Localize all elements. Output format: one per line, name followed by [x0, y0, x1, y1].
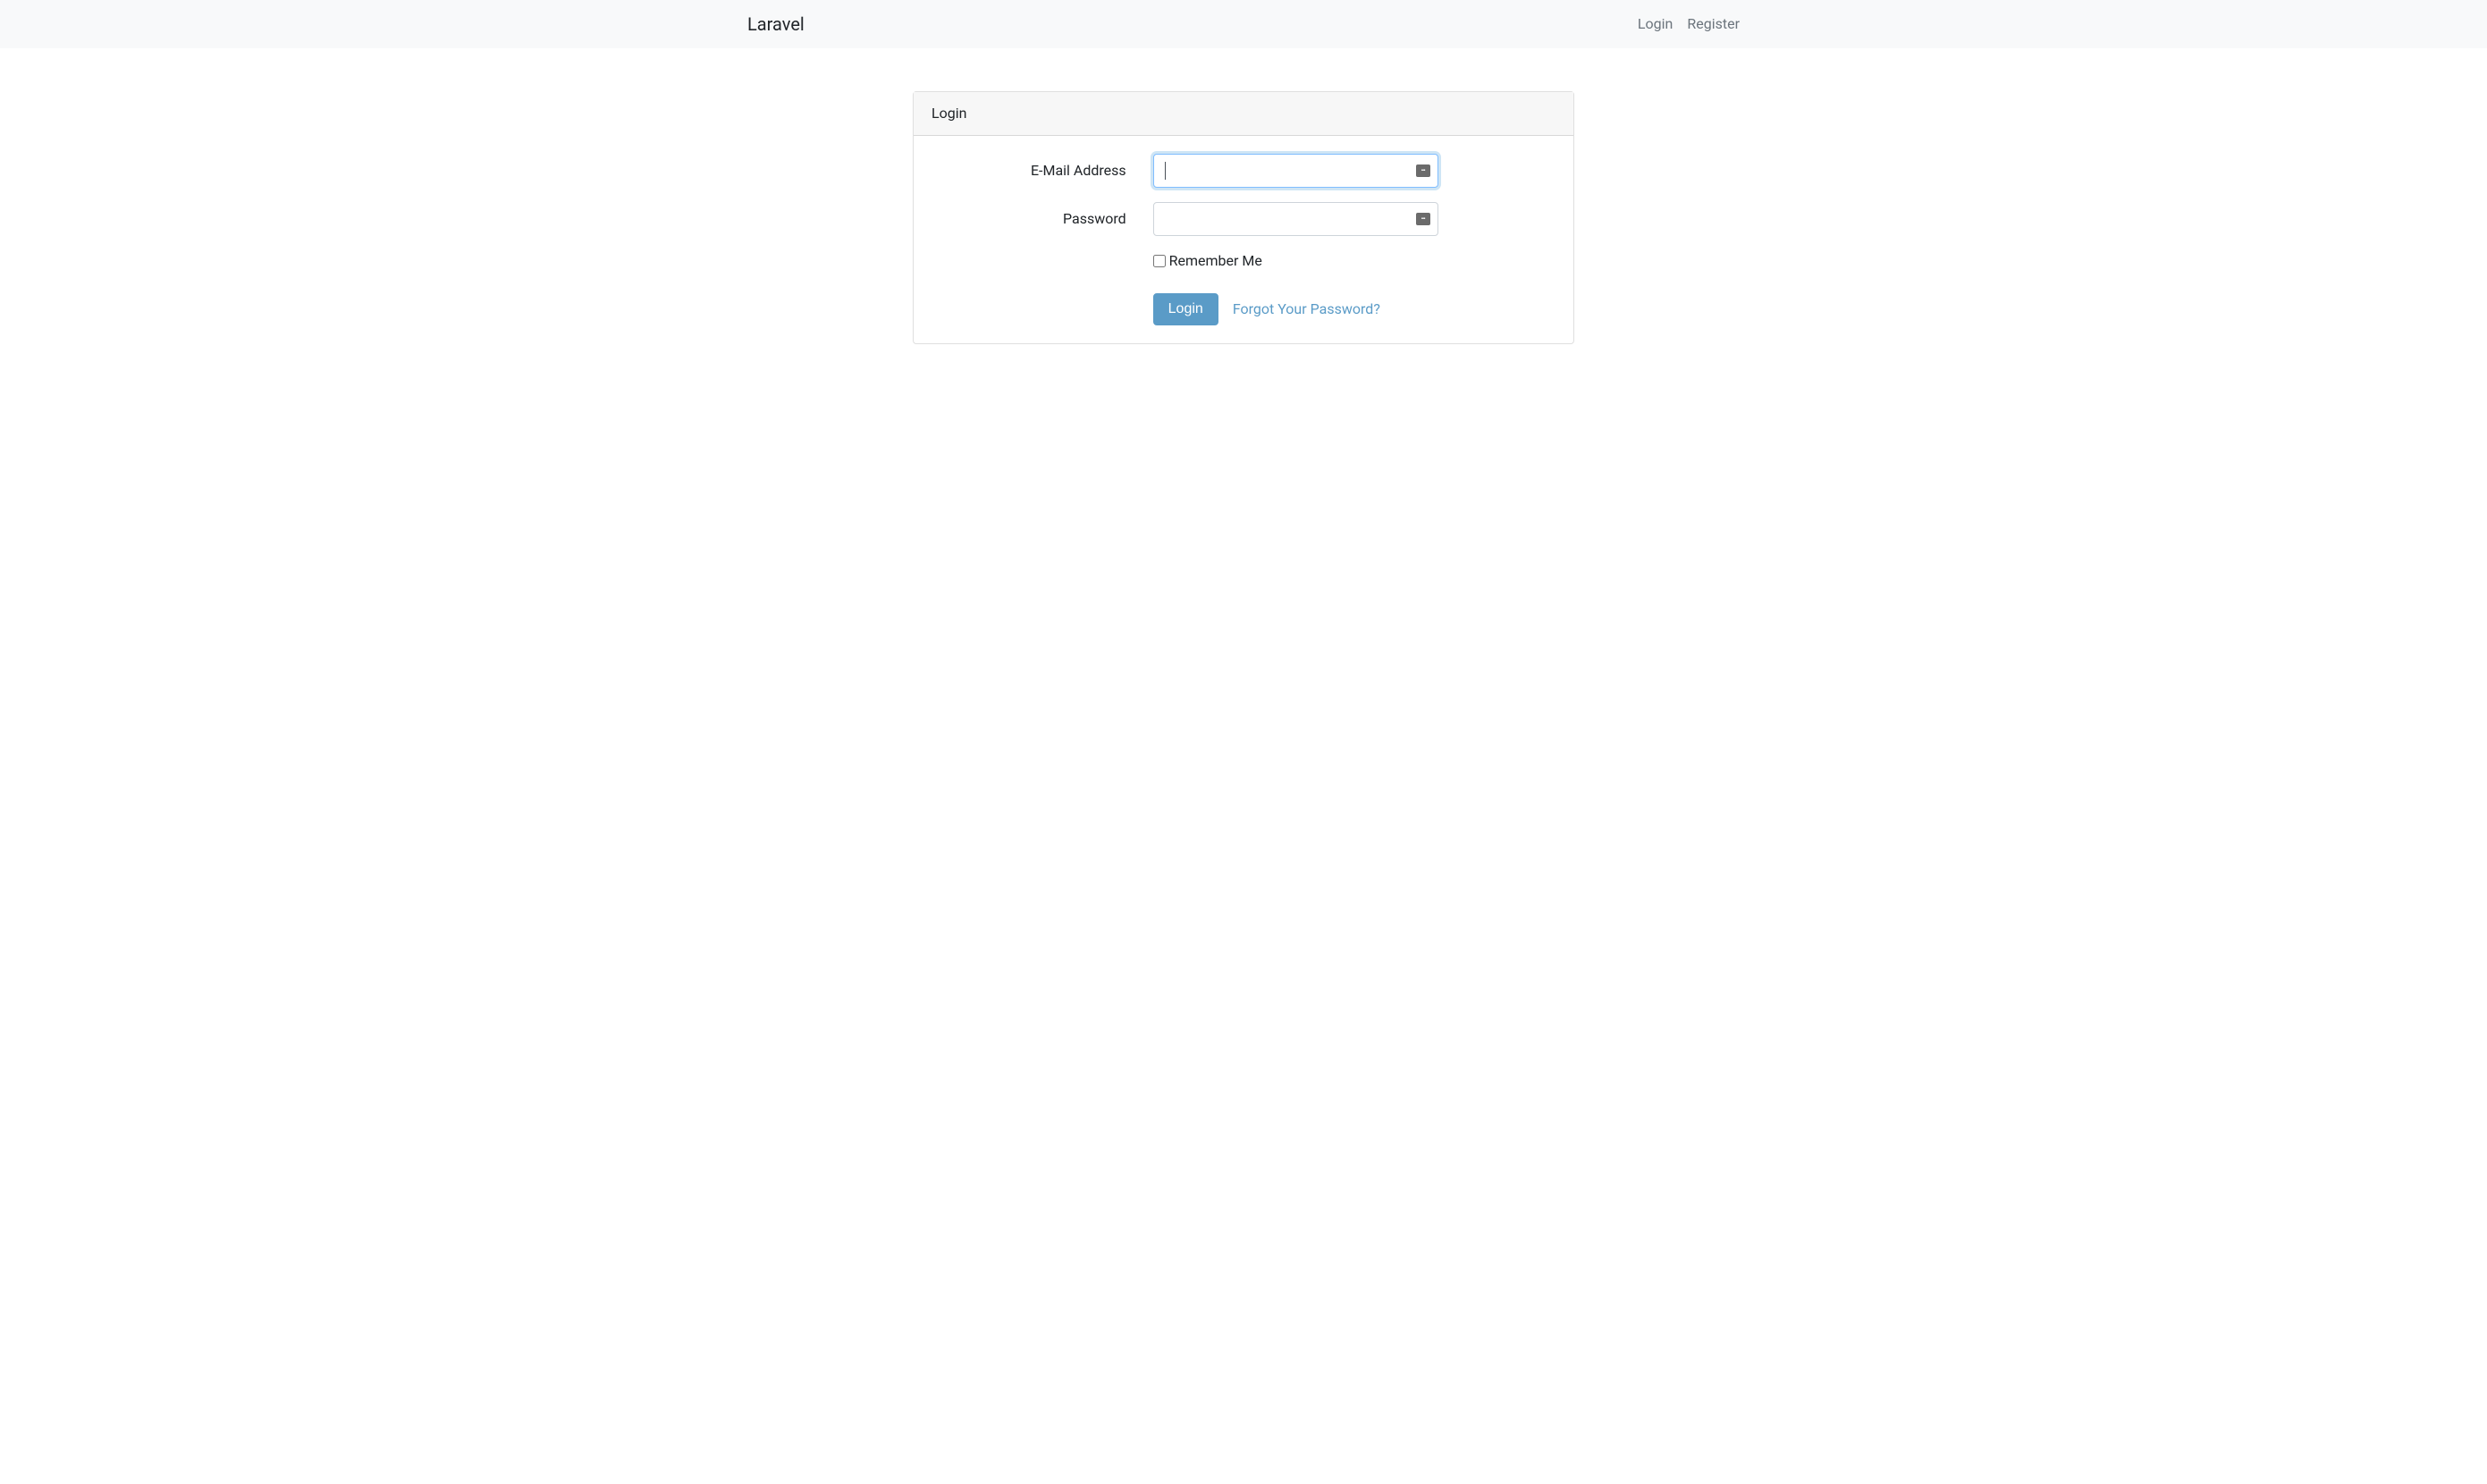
- login-button[interactable]: Login: [1153, 293, 1218, 325]
- brand-link[interactable]: Laravel: [747, 11, 805, 38]
- text-cursor: [1165, 162, 1166, 180]
- email-label: E-Mail Address: [932, 154, 1140, 188]
- navbar: Laravel Login Register: [0, 0, 2487, 48]
- remember-label[interactable]: Remember Me: [1169, 250, 1262, 272]
- password-label: Password: [932, 202, 1140, 236]
- password-field[interactable]: [1153, 202, 1438, 236]
- forgot-password-link[interactable]: Forgot Your Password?: [1233, 299, 1380, 320]
- email-field[interactable]: [1153, 154, 1438, 188]
- remember-checkbox[interactable]: [1153, 255, 1166, 267]
- nav-login-link[interactable]: Login: [1638, 15, 1673, 32]
- nav-register-link[interactable]: Register: [1687, 15, 1740, 32]
- card-header: Login: [914, 92, 1573, 136]
- login-card: Login E-Mail Address Password: [913, 91, 1574, 344]
